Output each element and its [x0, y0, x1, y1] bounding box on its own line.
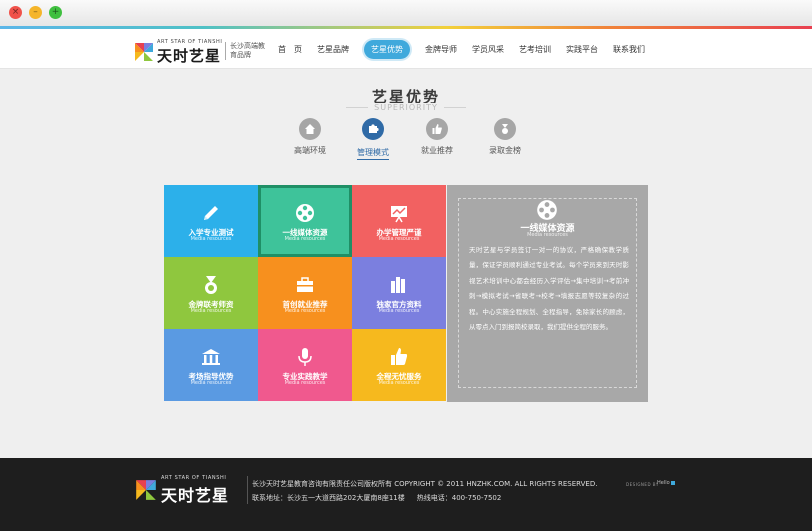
tile-gold-teachers[interactable]: 金牌联考师资 Media resources [164, 257, 258, 329]
logo-pinwheel-icon [135, 43, 153, 61]
books-icon [352, 273, 446, 297]
advantages-grid: 入学专业测试 Media resources 一线媒体资源 Media reso… [164, 185, 447, 402]
tile-full-service[interactable]: 全程无忧服务 Media resources [352, 329, 446, 401]
detail-subtitle: Media resources [527, 232, 568, 238]
nav-item-contact[interactable]: 联系我们 [613, 44, 645, 55]
footer-logo[interactable]: ART STAR OF TIANSHI 天时艺星 [134, 472, 244, 505]
microphone-icon [258, 345, 352, 369]
footer-phone: 热线电话：400-750-7502 [416, 494, 502, 502]
briefcase-icon [258, 273, 352, 297]
tile-subtitle: Media resources [284, 380, 326, 386]
tile-official-materials[interactable]: 独家官方资料 Media resources [352, 257, 446, 329]
tile-subtitle: Media resources [378, 236, 420, 242]
tile-practical-teaching[interactable]: 专业实践教学 Media resources [258, 329, 352, 401]
tile-subtitle: Media resources [190, 380, 232, 386]
tile-subtitle: Media resources [284, 308, 326, 314]
footer-address: 联系地址：长沙五一大道西路202大厦南8座11楼 [252, 494, 405, 502]
footer-designer[interactable]: Hello [657, 480, 675, 486]
maximize-icon: + [51, 7, 60, 17]
site-footer: ART STAR OF TIANSHI 天时艺星 长沙天时艺星教育咨询有限责任公… [0, 458, 812, 531]
tile-subtitle: Media resources [378, 380, 420, 386]
home-icon [299, 118, 321, 140]
footer-contact: 联系地址：长沙五一大道西路202大厦南8座11楼 热线电话：400-750-750… [252, 493, 501, 503]
tab-employment[interactable]: 就业推荐 [407, 118, 467, 156]
nav-item-platform[interactable]: 实践平台 [566, 44, 598, 55]
footer-logo-english: ART STAR OF TIANSHI [161, 475, 227, 481]
brand-slogan: 长沙高端教育品牌 [225, 42, 265, 60]
tile-subtitle: Media resources [378, 308, 420, 314]
building-icon [164, 345, 258, 369]
medal-icon [494, 118, 516, 140]
nav-item-advantages[interactable]: 艺星优势 [364, 39, 410, 59]
section-subtitle: SUPERIORITY [0, 103, 812, 112]
nav-item-mentors[interactable]: 金牌导师 [425, 44, 457, 55]
nav-item-brand[interactable]: 艺星品牌 [317, 44, 349, 55]
close-icon: × [11, 7, 20, 17]
tab-environment[interactable]: 高端环境 [280, 118, 340, 156]
window-title-bar: × – + [0, 0, 812, 26]
logo-pinwheel-icon [136, 480, 156, 500]
tab-management[interactable]: 管理模式 [343, 118, 403, 160]
tile-employment[interactable]: 首创就业推荐 Media resources [258, 257, 352, 329]
tile-subtitle: Media resources [190, 308, 232, 314]
window-close-button[interactable]: × [9, 6, 22, 19]
tab-label: 管理模式 [357, 147, 389, 160]
tab-label: 录取金榜 [489, 146, 521, 155]
film-reel-icon [258, 201, 352, 225]
footer-designed-by: DESIGNED BY [626, 482, 659, 487]
detail-panel: 一线媒体资源 Media resources 天时艺星与学员签订一对一的协议，严… [447, 185, 648, 402]
footer-copyright: 长沙天时艺星教育咨询有限责任公司版权所有 COPYRIGHT © 2011 HN… [252, 480, 598, 488]
tile-entrance-test[interactable]: 入学专业测试 Media resources [164, 185, 258, 257]
puzzle-icon [362, 118, 384, 140]
window-minimize-button[interactable]: – [29, 6, 42, 19]
footer-divider [247, 476, 248, 504]
nav-item-students[interactable]: 学员风采 [472, 44, 504, 55]
tile-subtitle: Media resources [190, 236, 232, 242]
tab-label: 高端环境 [294, 146, 326, 155]
window-maximize-button[interactable]: + [49, 6, 62, 19]
tile-subtitle: Media resources [284, 236, 326, 242]
site-logo[interactable]: ART STAR OF TIANSHI 天时艺星 长沙高端教育品牌 [133, 37, 265, 65]
tile-media-resources[interactable]: 一线媒体资源 Media resources [258, 185, 352, 257]
film-reel-icon [534, 198, 560, 222]
thumbs-up-icon [352, 345, 446, 369]
thumbs-up-icon [426, 118, 448, 140]
nav-item-training[interactable]: 艺考培训 [519, 44, 551, 55]
minimize-icon: – [33, 7, 38, 17]
nav-item-home[interactable]: 首 页 [278, 44, 302, 55]
medal-icon [164, 273, 258, 297]
tab-admissions[interactable]: 录取金榜 [475, 118, 535, 156]
tile-strict-management[interactable]: 办学管理严谨 Media resources [352, 185, 446, 257]
pencil-icon [164, 201, 258, 225]
logo-chinese-name: 天时艺星 [157, 47, 222, 65]
chart-board-icon [352, 201, 446, 225]
site-header: ART STAR OF TIANSHI 天时艺星 长沙高端教育品牌 首 页 艺星… [0, 29, 812, 69]
tile-exam-guidance[interactable]: 考场指导优势 Media resources [164, 329, 258, 401]
main-nav: 首 页 艺星品牌 艺星优势 金牌导师 学员风采 艺考培训 实践平台 联系我们 [278, 29, 660, 69]
detail-description: 天时艺星与学员签订一对一的协议，严格确保教学质量，保证学员顺利通过专业考试。每个… [469, 246, 629, 332]
tab-label: 就业推荐 [421, 146, 453, 155]
footer-logo-chinese: 天时艺星 [161, 486, 230, 505]
